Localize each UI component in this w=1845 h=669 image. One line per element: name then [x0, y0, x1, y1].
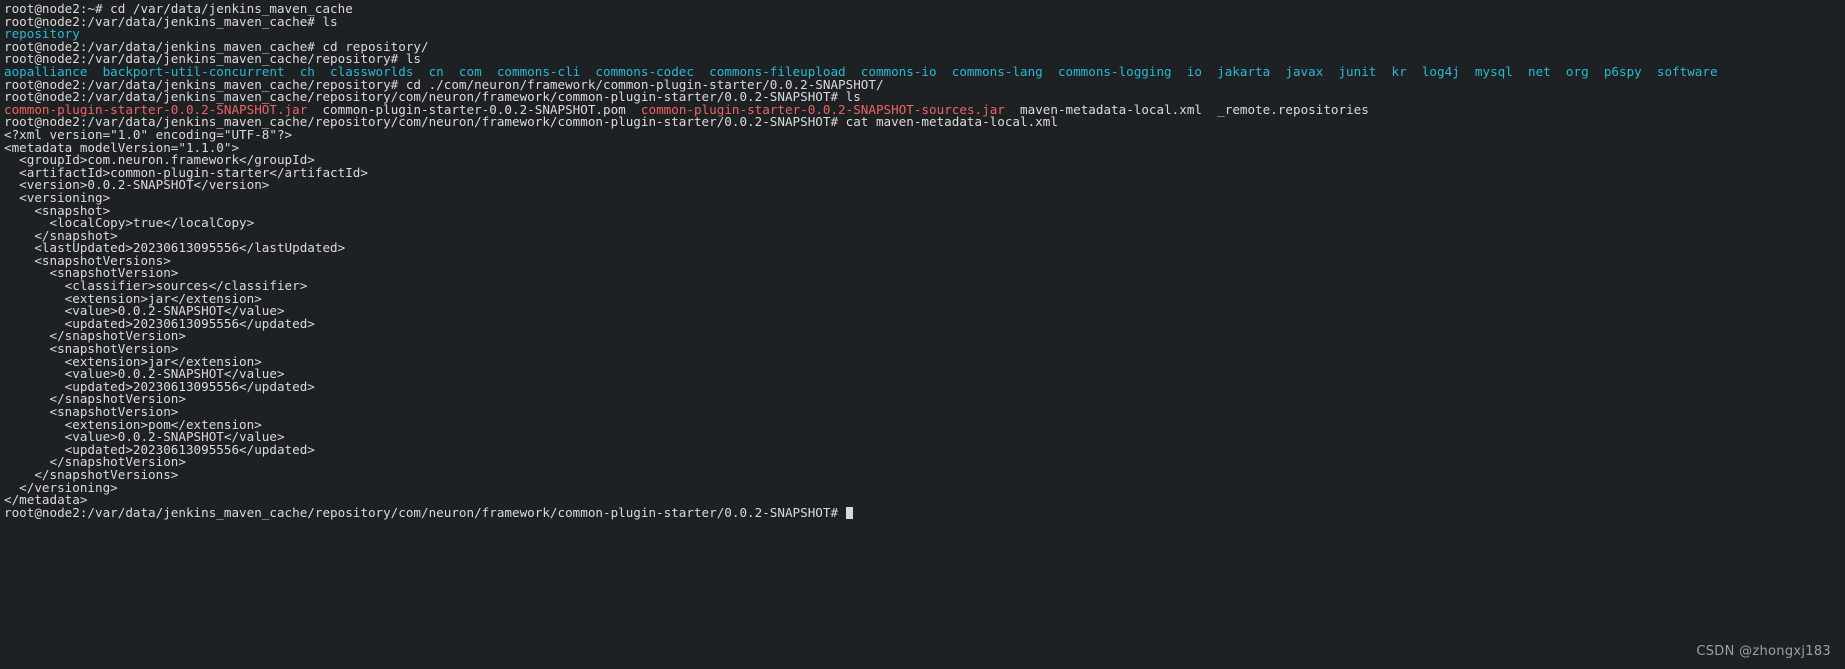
terminal-line: <updated>20230613095556</updated> [4, 443, 1845, 457]
terminal-line: <version>0.0.2-SNAPSHOT</version> [4, 179, 1845, 192]
terminal-line: <snapshot> [4, 204, 1845, 218]
terminal-text-segment: maven-metadata-local.xml _remote.reposit… [1004, 101, 1369, 117]
terminal-line: <lastUpdated>20230613095556</lastUpdated… [4, 241, 1845, 255]
terminal-cursor [845, 506, 854, 519]
terminal-line: </versioning> [4, 481, 1845, 495]
terminal-line: <localCopy>true</localCopy> [4, 216, 1845, 230]
terminal-line: <updated>20230613095556</updated> [4, 380, 1845, 394]
terminal-line: <updated>20230613095556</updated> [4, 317, 1845, 331]
terminal-line: <snapshotVersion> [4, 342, 1845, 356]
terminal-screen[interactable]: root@node2:~# cd /var/data/jenkins_maven… [0, 0, 1845, 519]
terminal-line: </snapshotVersions> [4, 468, 1845, 482]
terminal-line: </snapshotVersion> [4, 393, 1845, 406]
terminal-text-segment: root@node2:/var/data/jenkins_maven_cache… [4, 504, 846, 520]
terminal-prompt-line: root@node2:/var/data/jenkins_maven_cache… [4, 504, 1845, 520]
terminal-line: </snapshotVersion> [4, 456, 1845, 469]
watermark-label: CSDN @zhongxj183 [1696, 644, 1831, 660]
terminal-line: <?xml version="1.0" encoding="UTF-8"?> [4, 128, 1845, 142]
terminal-line: <snapshotVersion> [4, 405, 1845, 419]
terminal-line: root@node2:/var/data/jenkins_maven_cache… [4, 15, 1845, 29]
terminal-line: <artifactId>common-plugin-starter</artif… [4, 166, 1845, 180]
terminal-line: </snapshotVersion> [4, 330, 1845, 343]
terminal-line: <classifier>sources</classifier> [4, 279, 1845, 293]
terminal-line: <versioning> [4, 191, 1845, 205]
terminal-window[interactable]: root@node2:~# cd /var/data/jenkins_maven… [0, 0, 1845, 669]
terminal-line: <snapshotVersions> [4, 254, 1845, 268]
